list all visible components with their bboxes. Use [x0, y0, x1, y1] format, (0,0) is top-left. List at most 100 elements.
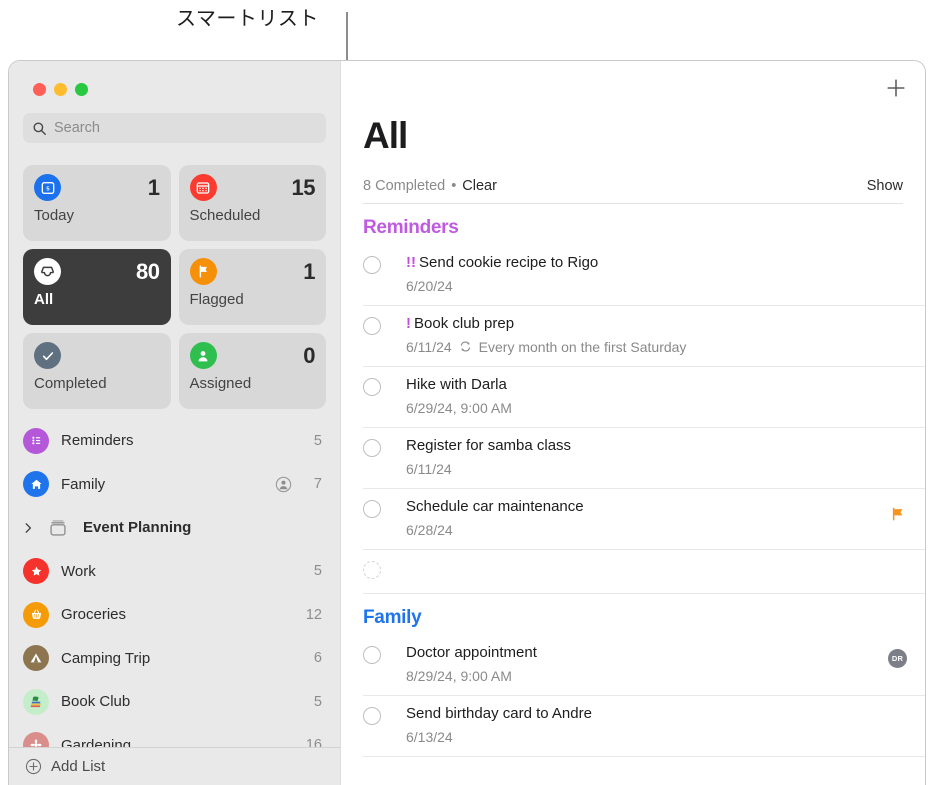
annotation-label: スマートリスト: [176, 8, 319, 30]
minimize-button[interactable]: [54, 83, 67, 96]
smart-lists-grid: 5 1 Today 15 Scheduled 80 All 1 Flagged …: [9, 155, 340, 413]
reminders-scroll-area[interactable]: Reminders !! Send cookie recipe to Rigo 6…: [341, 204, 925, 785]
list-item-gardening[interactable]: Gardening 16: [9, 724, 340, 747]
reminder-row[interactable]: Schedule car maintenance 6/28/24: [363, 489, 925, 550]
smart-list-scheduled[interactable]: 15 Scheduled: [178, 165, 326, 241]
complete-checkbox[interactable]: [363, 646, 381, 664]
search-container: Search: [9, 113, 340, 155]
smart-list-assigned[interactable]: 0 Assigned: [178, 333, 326, 409]
complete-checkbox[interactable]: [363, 378, 381, 396]
reminder-meta: 6/28/24: [406, 522, 907, 538]
reminder-body: Hike with Darla 6/29/24, 9:00 AM: [406, 376, 907, 416]
flower-icon: [23, 732, 49, 747]
smart-list-all[interactable]: 80 All: [23, 249, 171, 325]
list-item-label: Gardening: [61, 736, 132, 747]
reminder-body: Send birthday card to Andre 6/13/24: [406, 705, 907, 745]
priority-marker: !: [406, 315, 411, 332]
reminder-body: Doctor appointment 8/29/24, 9:00 AM: [406, 644, 907, 684]
reminder-body: ! Book club prep 6/11/24 Every month on t…: [406, 315, 907, 355]
reminder-meta: 6/29/24, 9:00 AM: [406, 400, 907, 416]
basket-icon: [23, 601, 49, 628]
completed-count: 8 Completed: [363, 178, 446, 194]
svg-text:5: 5: [46, 186, 49, 192]
complete-checkbox[interactable]: [363, 707, 381, 725]
smart-list-today[interactable]: 5 1 Today: [23, 165, 171, 241]
search-field[interactable]: Search: [23, 113, 326, 143]
reminder-meta: 6/20/24: [406, 278, 907, 294]
reminder-title: Send cookie recipe to Rigo: [419, 254, 599, 271]
clear-button[interactable]: Clear: [462, 178, 497, 194]
list-item-event-planning[interactable]: Event Planning: [9, 506, 340, 550]
reminder-title-line: !! Send cookie recipe to Rigo: [406, 254, 907, 273]
chevron-right-icon[interactable]: [21, 522, 35, 534]
shared-list-icon: [275, 476, 292, 492]
complete-checkbox[interactable]: [363, 561, 381, 579]
add-list-label: Add List: [51, 758, 106, 775]
avatar: DR: [888, 649, 907, 668]
reminder-title: Send birthday card to Andre: [406, 705, 592, 722]
smart-list-count: 1: [147, 174, 160, 200]
books-icon: [23, 688, 49, 715]
smart-list-label: Today: [34, 207, 75, 224]
reminder-row[interactable]: Hike with Darla 6/29/24, 9:00 AM: [363, 367, 925, 428]
completed-bar: 8 Completed • Clear Show: [363, 178, 903, 204]
smart-list-completed[interactable]: Completed: [23, 333, 171, 409]
reminder-row[interactable]: ! Book club prep 6/11/24 Every month on t…: [363, 306, 925, 367]
zoom-button[interactable]: [75, 83, 88, 96]
reminder-meta: 8/29/24, 9:00 AM: [406, 668, 907, 684]
list-bullet-icon: [23, 427, 49, 454]
list-item-groceries[interactable]: Groceries 12: [9, 593, 340, 637]
main-toolbar: [341, 61, 925, 113]
add-reminder-button[interactable]: [885, 77, 907, 99]
list-item-work[interactable]: Work 5: [9, 550, 340, 594]
calendar-day-icon: 5: [34, 174, 61, 201]
smart-list-label: Completed: [34, 375, 107, 392]
close-button[interactable]: [33, 83, 46, 96]
list-item-camping-trip[interactable]: Camping Trip 6: [9, 637, 340, 681]
reminder-row[interactable]: Send birthday card to Andre 6/13/24: [363, 696, 925, 757]
plus-circle-icon: [25, 758, 42, 775]
list-item-count: 16: [305, 737, 322, 747]
complete-checkbox[interactable]: [363, 439, 381, 457]
reminder-date: 6/11/24: [406, 460, 452, 477]
list-item-reminders[interactable]: Reminders 5: [9, 419, 340, 463]
reminder-date: 6/28/24: [406, 521, 453, 538]
reminder-row[interactable]: !! Send cookie recipe to Rigo 6/20/24: [363, 245, 925, 306]
complete-checkbox[interactable]: [363, 317, 381, 335]
window-titlebar: [9, 61, 340, 113]
list-item-count: 12: [305, 606, 322, 623]
reminder-title: Book club prep: [414, 315, 515, 332]
tray-icon: [34, 258, 61, 285]
smart-list-flagged[interactable]: 1 Flagged: [178, 249, 326, 325]
reminder-row[interactable]: Register for samba class 6/11/24: [363, 428, 925, 489]
reminder-row-new[interactable]: [363, 550, 925, 594]
traffic-lights: [33, 83, 88, 96]
checkmark-icon: [34, 342, 61, 369]
smart-list-label: Assigned: [189, 375, 252, 392]
tent-icon: [23, 645, 49, 672]
complete-checkbox[interactable]: [363, 256, 381, 274]
add-list-button[interactable]: Add List: [9, 747, 340, 785]
list-item-label: Work: [61, 562, 96, 580]
smart-list-label: All: [34, 291, 54, 308]
show-button[interactable]: Show: [867, 178, 903, 194]
main-content: All 8 Completed • Clear Show Reminders !…: [340, 61, 925, 785]
list-item-label: Book Club: [61, 693, 131, 711]
complete-checkbox[interactable]: [363, 500, 381, 518]
reminder-body: !! Send cookie recipe to Rigo 6/20/24: [406, 254, 907, 294]
list-item-label: Event Planning: [83, 519, 192, 537]
reminder-row[interactable]: Doctor appointment 8/29/24, 9:00 AM DR: [363, 635, 925, 696]
reminder-title-line: Schedule car maintenance: [406, 498, 907, 517]
person-icon: [189, 342, 217, 369]
reminder-date: 6/13/24: [406, 728, 453, 745]
separator-dot: •: [451, 178, 457, 194]
reminders-window: Search 5 1 Today 15 Scheduled 80 All 1 F…: [8, 60, 926, 785]
smart-list-label: Scheduled: [189, 207, 261, 224]
list-item-label: Family: [61, 475, 106, 493]
priority-marker: !!: [406, 254, 416, 271]
flag-icon: [892, 507, 903, 521]
list-item-book-club[interactable]: Book Club 5: [9, 680, 340, 724]
section-title-family: Family: [363, 607, 422, 628]
list-item-family[interactable]: Family 7: [9, 463, 340, 507]
reminder-date: 6/29/24, 9:00 AM: [406, 399, 512, 416]
